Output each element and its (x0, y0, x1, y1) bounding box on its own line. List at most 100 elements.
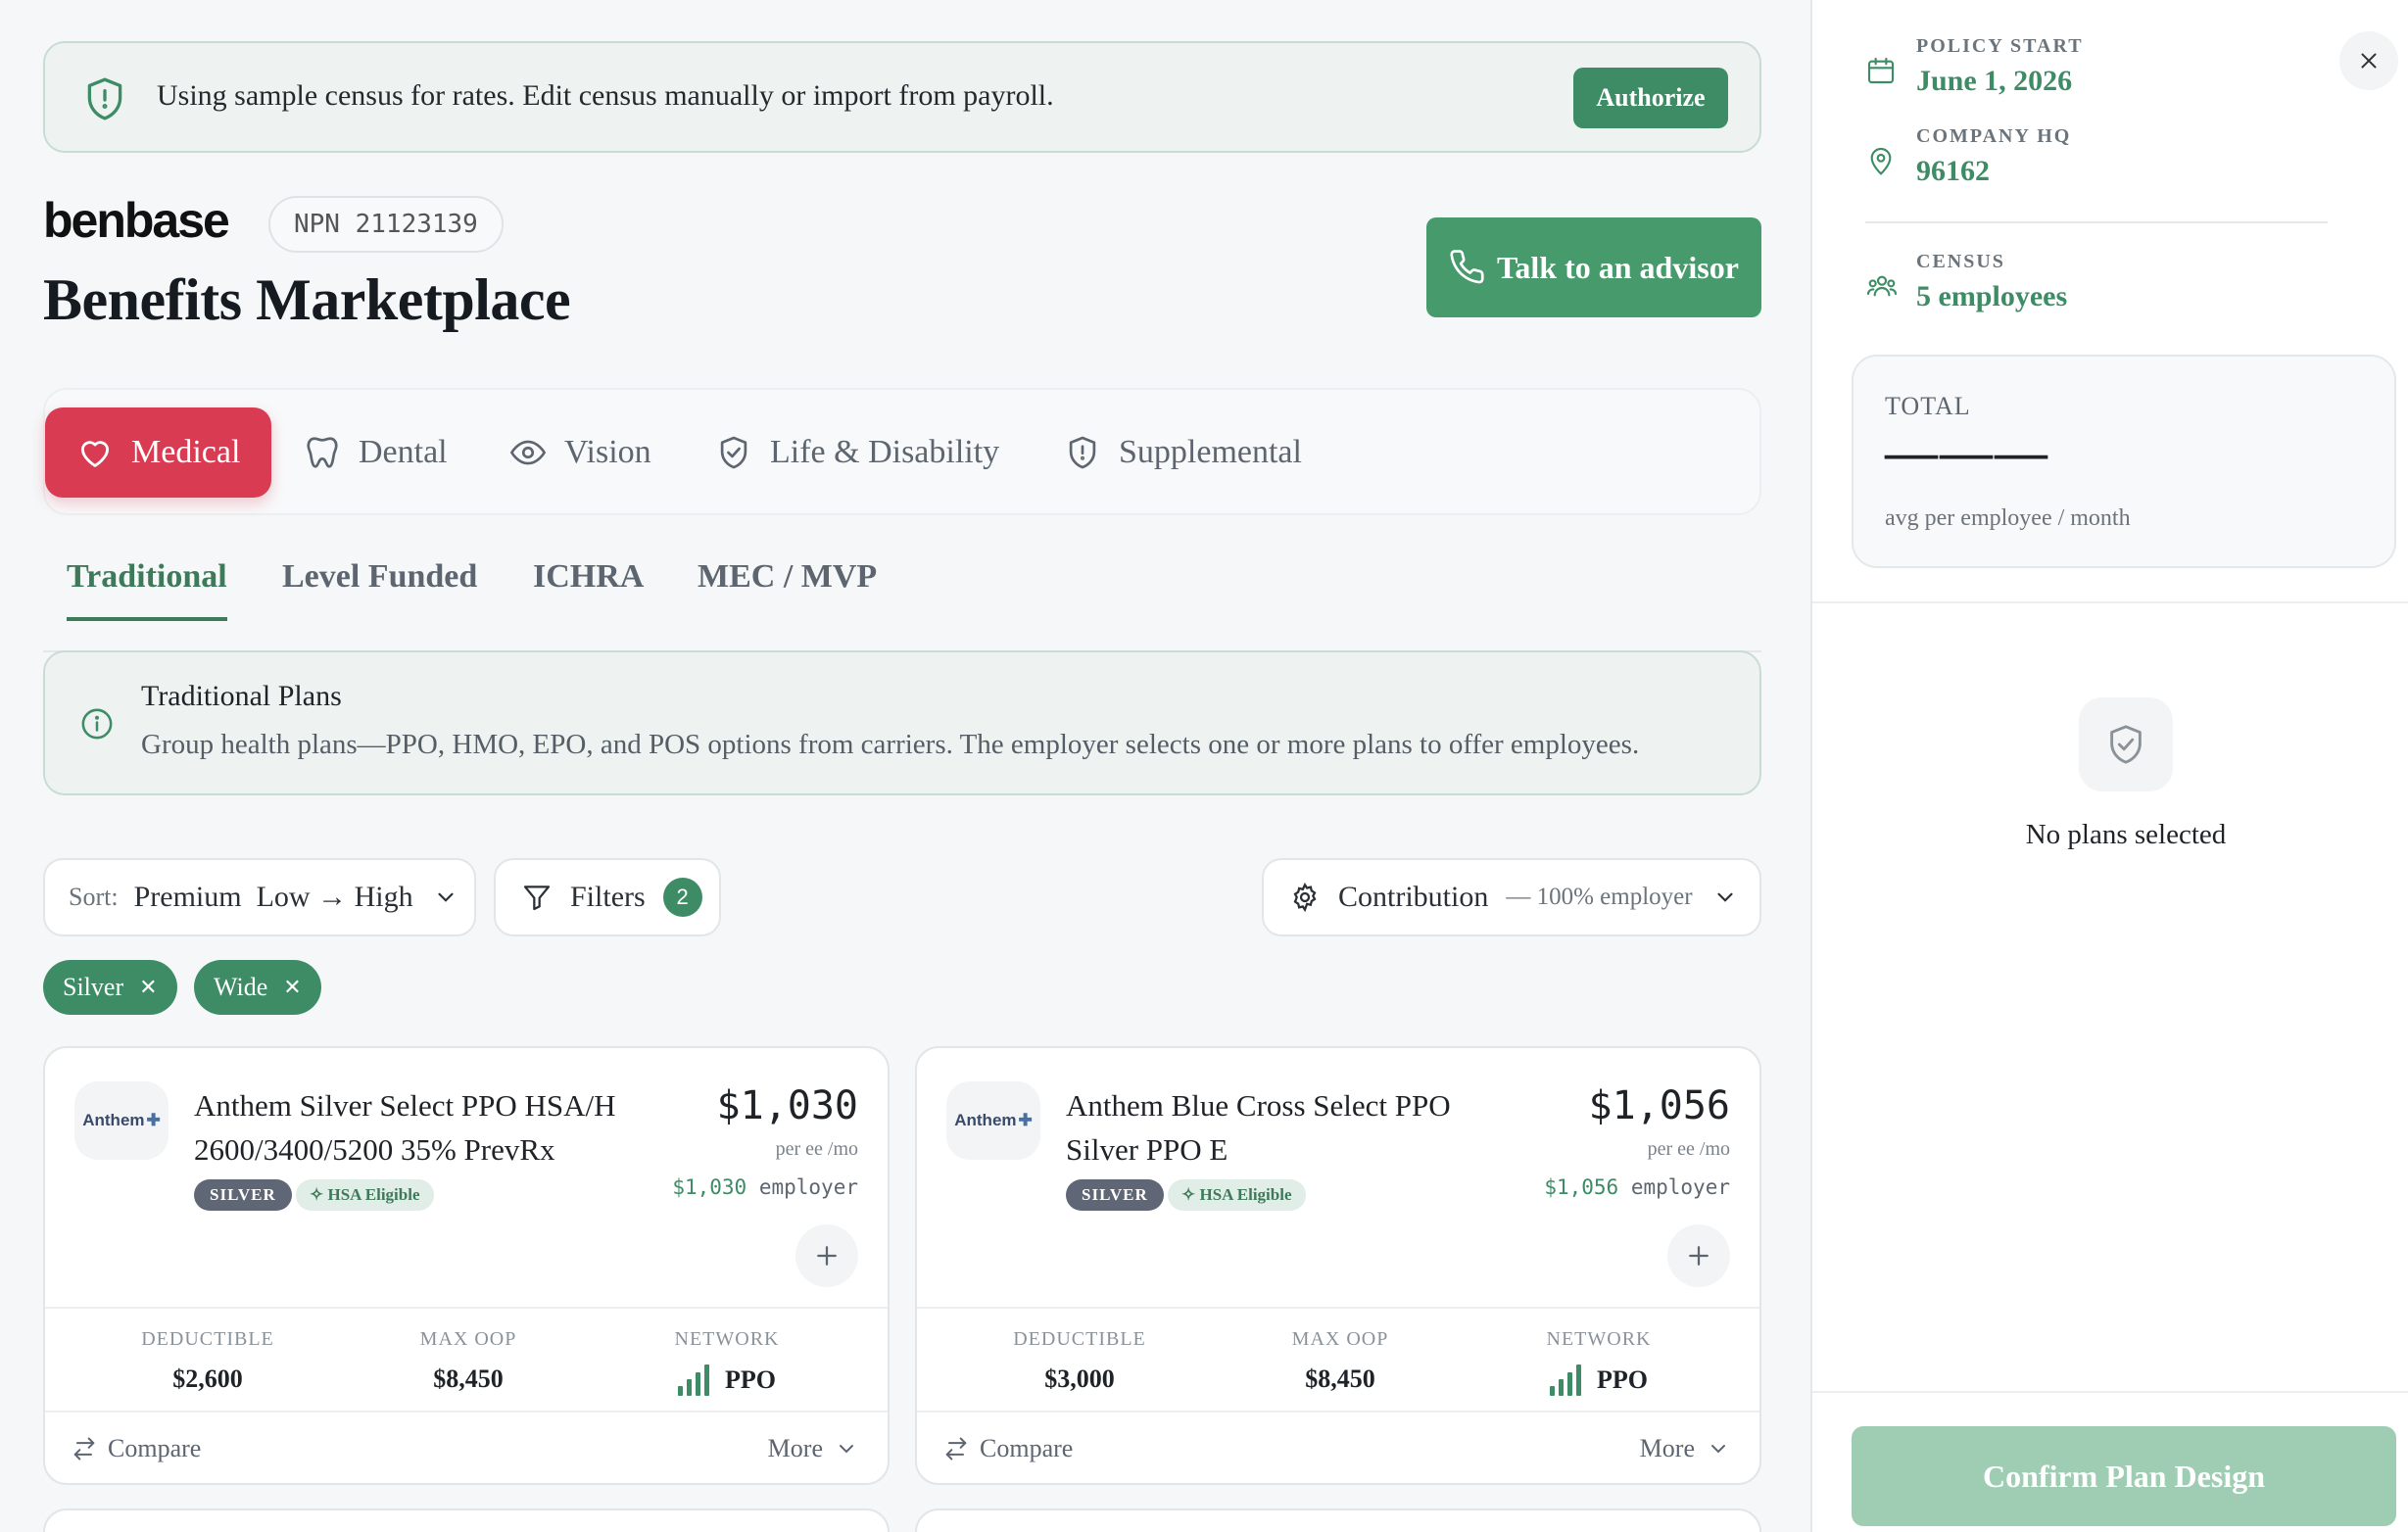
signal-bars-icon (1550, 1364, 1581, 1396)
tab-mec-mvp[interactable]: MEC / MVP (698, 558, 877, 617)
sort-dropdown[interactable]: Sort: Premium Low → High (43, 858, 476, 936)
tab-medical[interactable]: Medical (45, 407, 272, 498)
filter-icon (523, 886, 551, 911)
tier-badge: SILVER (194, 1179, 292, 1211)
chip-label: Silver (63, 973, 124, 1001)
plan-price: $1,030 (716, 1083, 859, 1128)
authorize-button[interactable]: Authorize (1573, 68, 1728, 128)
tab-vision[interactable]: Vision (509, 407, 651, 498)
plus-icon (1689, 1246, 1709, 1266)
sparkle-icon: ✧ (1181, 1185, 1196, 1204)
more-button[interactable]: More (1640, 1434, 1730, 1463)
info-icon (81, 708, 113, 740)
divider (1812, 601, 2408, 603)
compare-button[interactable]: Compare (942, 1434, 1073, 1463)
network-value: PPO (1597, 1365, 1648, 1394)
arrows-swap-icon (945, 1437, 967, 1460)
filters-label: Filters (570, 881, 646, 913)
sort-value: Premium Low → High (133, 881, 413, 913)
contribution-dropdown[interactable]: Contribution — 100% employer (1262, 858, 1761, 936)
plan-price: $1,056 (1588, 1083, 1731, 1128)
network-stat: NETWORK PPO (674, 1328, 780, 1396)
company-hq-label: COMPANY HQ (1916, 125, 2072, 147)
more-button[interactable]: More (768, 1434, 858, 1463)
carrier-logo: Anthem ✚ (946, 1081, 1040, 1160)
tab-label: Vision (564, 434, 651, 470)
plan-stats: DEDUCTIBLE $3,000 MAX OOP $8,450 NETWORK… (917, 1307, 1759, 1412)
contribution-label: Contribution (1338, 881, 1489, 913)
policy-start-value[interactable]: June 1, 2026 (1916, 65, 2072, 98)
tab-life-disability[interactable]: Life & Disability (715, 407, 999, 498)
banner-text: Using sample census for rates. Edit cens… (157, 79, 1054, 112)
npn-badge: NPN 21123139 (268, 196, 504, 253)
divider (1812, 1391, 2408, 1393)
plan-stats: DEDUCTIBLE $2,600 MAX OOP $8,450 NETWORK… (45, 1307, 888, 1412)
chevron-down-icon (840, 1445, 853, 1454)
arrows-swap-icon (73, 1437, 95, 1460)
employer-contribution: $1,030 employer (672, 1175, 858, 1199)
network-stat: NETWORK PPO (1546, 1328, 1652, 1396)
tooth-icon (307, 437, 338, 468)
shield-alert-icon (1069, 436, 1096, 469)
plan-summary-sidebar: POLICY START June 1, 2026 COMPANY HQ 961… (1810, 0, 2408, 1532)
filter-chip-silver[interactable]: Silver ✕ (43, 960, 177, 1015)
hsa-badge: ✧ HSA Eligible (296, 1179, 434, 1211)
calendar-icon (1867, 57, 1895, 84)
tab-label: Medical (131, 434, 241, 470)
tab-label: Supplemental (1119, 434, 1302, 470)
tier-badge: SILVER (1066, 1179, 1164, 1211)
contribution-value: — 100% employer (1506, 884, 1693, 910)
max-oop-stat: MAX OOP $8,450 (419, 1328, 517, 1393)
census-label: CENSUS (1916, 251, 2005, 272)
close-icon[interactable]: ✕ (283, 976, 301, 1000)
add-plan-button[interactable] (795, 1224, 858, 1287)
tab-supplemental[interactable]: Supplemental (1064, 407, 1302, 498)
total-value: ——— (1885, 422, 2049, 481)
close-button[interactable] (2339, 31, 2398, 90)
max-oop-stat: MAX OOP $8,450 (1291, 1328, 1389, 1393)
chip-label: Wide (214, 973, 268, 1001)
plan-card (915, 1508, 1761, 1532)
plan-name: Anthem Blue Cross Select PPO Silver PPO … (1066, 1088, 1451, 1167)
price-unit: per ee /mo (775, 1138, 858, 1160)
filter-chip-wide[interactable]: Wide ✕ (194, 960, 321, 1015)
plan-card: Anthem ✚ Anthem Blue Cross Select PPO Sil… (915, 1046, 1761, 1485)
tab-dental[interactable]: Dental (304, 407, 448, 498)
close-icon[interactable]: ✕ (139, 976, 157, 1000)
filters-button[interactable]: Filters 2 (494, 858, 721, 936)
carrier-logo: Anthem ✚ (74, 1081, 169, 1160)
close-icon (2361, 53, 2377, 69)
talk-to-advisor-button[interactable]: Talk to an advisor (1426, 217, 1761, 317)
sparkle-icon: ✧ (310, 1185, 324, 1204)
add-plan-button[interactable] (1667, 1224, 1730, 1287)
confirm-plan-design-button[interactable]: Confirm Plan Design (1852, 1426, 2396, 1526)
tab-label: Life & Disability (770, 434, 1000, 470)
info-description: Group health plans—PPO, HMO, EPO, and PO… (141, 729, 1640, 760)
heart-icon (80, 441, 110, 467)
deductible-stat: DEDUCTIBLE $2,600 (141, 1328, 274, 1393)
deductible-stat: DEDUCTIBLE $3,000 (1013, 1328, 1146, 1393)
price-unit: per ee /mo (1647, 1138, 1730, 1160)
chevron-down-icon (1716, 892, 1733, 902)
tab-level-funded[interactable]: Level Funded (282, 558, 477, 617)
total-card: TOTAL ——— avg per employee / month (1852, 355, 2396, 568)
company-hq-value[interactable]: 96162 (1916, 155, 1990, 188)
users-icon (1866, 275, 1898, 297)
plan-card (43, 1508, 890, 1532)
chevron-down-icon (1711, 1445, 1725, 1454)
plan-name: Anthem Silver Select PPO HSA/H 2600/3400… (194, 1088, 616, 1167)
info-title: Traditional Plans (141, 680, 342, 712)
eye-icon (509, 440, 547, 465)
shield-alert-icon (87, 77, 122, 120)
chevron-down-icon (437, 892, 454, 902)
compare-button[interactable]: Compare (71, 1434, 201, 1463)
tab-traditional[interactable]: Traditional (67, 558, 227, 621)
shield-check-icon (2110, 725, 2142, 764)
employer-contribution: $1,056 employer (1544, 1175, 1730, 1199)
tab-ichra[interactable]: ICHRA (533, 558, 644, 617)
empty-state-icon-box (2079, 697, 2173, 791)
plus-icon (817, 1246, 837, 1266)
total-label: TOTAL (1885, 392, 1971, 420)
census-value[interactable]: 5 employees (1916, 280, 2067, 313)
sort-label: Sort: (69, 883, 119, 911)
